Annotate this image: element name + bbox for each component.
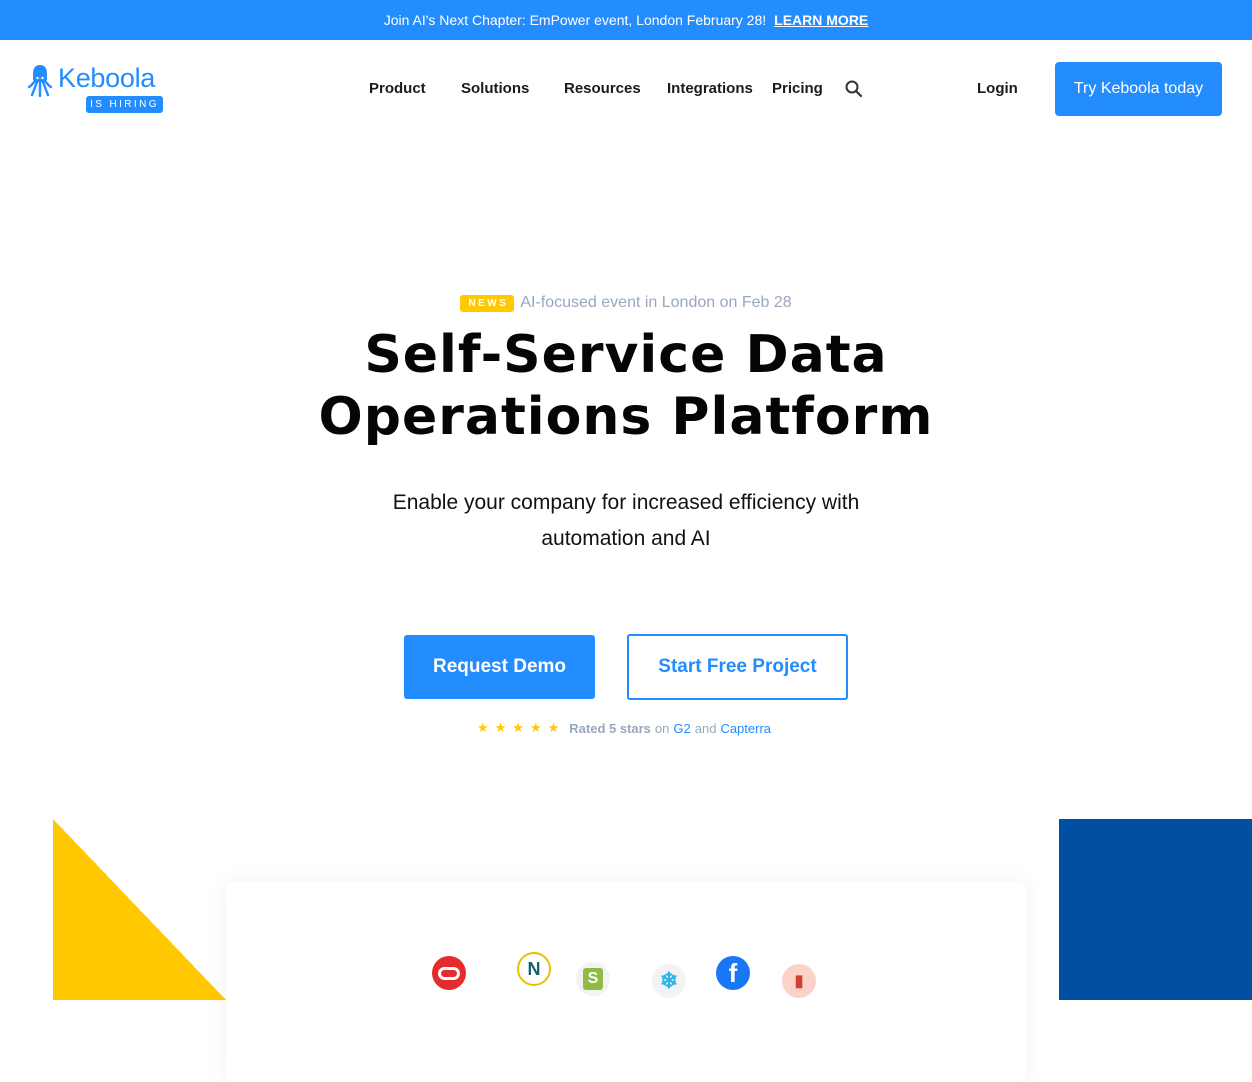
learn-more-link[interactable]: LEARN MORE xyxy=(774,12,868,28)
announcement-banner: Join AI's Next Chapter: EmPower event, L… xyxy=(0,0,1252,40)
keboola-logo[interactable]: Keboola IS HIRING xyxy=(28,63,168,115)
try-keboola-button[interactable]: Try Keboola today xyxy=(1055,62,1222,116)
request-demo-button[interactable]: Request Demo xyxy=(404,635,595,699)
nav-product[interactable]: Product xyxy=(369,80,426,97)
yellow-triangle-decoration xyxy=(53,819,226,1000)
hero-subtitle-line2: automation and AI xyxy=(541,527,711,550)
g2-link[interactable]: G2 xyxy=(673,721,690,736)
nav-integrations[interactable]: Integrations xyxy=(667,80,753,97)
nav-solutions[interactable]: Solutions xyxy=(461,80,529,97)
banner-text: Join AI's Next Chapter: EmPower event, L… xyxy=(383,12,767,28)
integrations-card: N S ❄ f ▮ xyxy=(226,882,1026,1082)
hero-subtitle-line1: Enable your company for increased effici… xyxy=(392,491,860,514)
logo-wordmark: Keboola xyxy=(58,63,155,93)
hiring-badge[interactable]: IS HIRING xyxy=(86,96,163,113)
blue-rectangle-decoration xyxy=(1059,819,1252,1000)
aws-s3-icon: ▮ xyxy=(782,964,816,998)
rating-and: and xyxy=(694,720,717,736)
capterra-link[interactable]: Capterra xyxy=(720,721,771,736)
start-free-project-button[interactable]: Start Free Project xyxy=(627,634,848,700)
shopify-icon: S xyxy=(576,962,610,996)
rating-row: ★★★★★ Rated 5 stars on G2 and Capterra xyxy=(0,720,1252,736)
news-row[interactable]: NEWS AI-focused event in London on Feb 2… xyxy=(0,294,1252,312)
rating-on: on xyxy=(654,720,670,736)
news-badge: NEWS xyxy=(460,294,515,312)
search-icon[interactable] xyxy=(844,79,864,99)
hero-subtitle: Enable your company for increased effici… xyxy=(0,485,1252,557)
nav-pricing[interactable]: Pricing xyxy=(772,80,823,97)
hero-title: Self-Service Data Operations Platform xyxy=(0,324,1252,448)
rating-text: Rated 5 stars xyxy=(569,720,651,736)
snowflake-icon: ❄ xyxy=(652,964,686,998)
hero-title-line1: Self-Service Data xyxy=(364,325,888,385)
n-icon: N xyxy=(517,952,551,986)
news-text[interactable]: AI-focused event in London on Feb 28 xyxy=(520,294,791,312)
nav-resources[interactable]: Resources xyxy=(564,80,641,97)
star-rating-icons: ★★★★★ xyxy=(476,720,566,735)
oracle-icon xyxy=(432,956,466,990)
octopus-icon xyxy=(28,65,52,98)
hero-title-line2: Operations Platform xyxy=(318,387,934,447)
login-link[interactable]: Login xyxy=(977,80,1018,97)
facebook-icon: f xyxy=(716,956,750,990)
